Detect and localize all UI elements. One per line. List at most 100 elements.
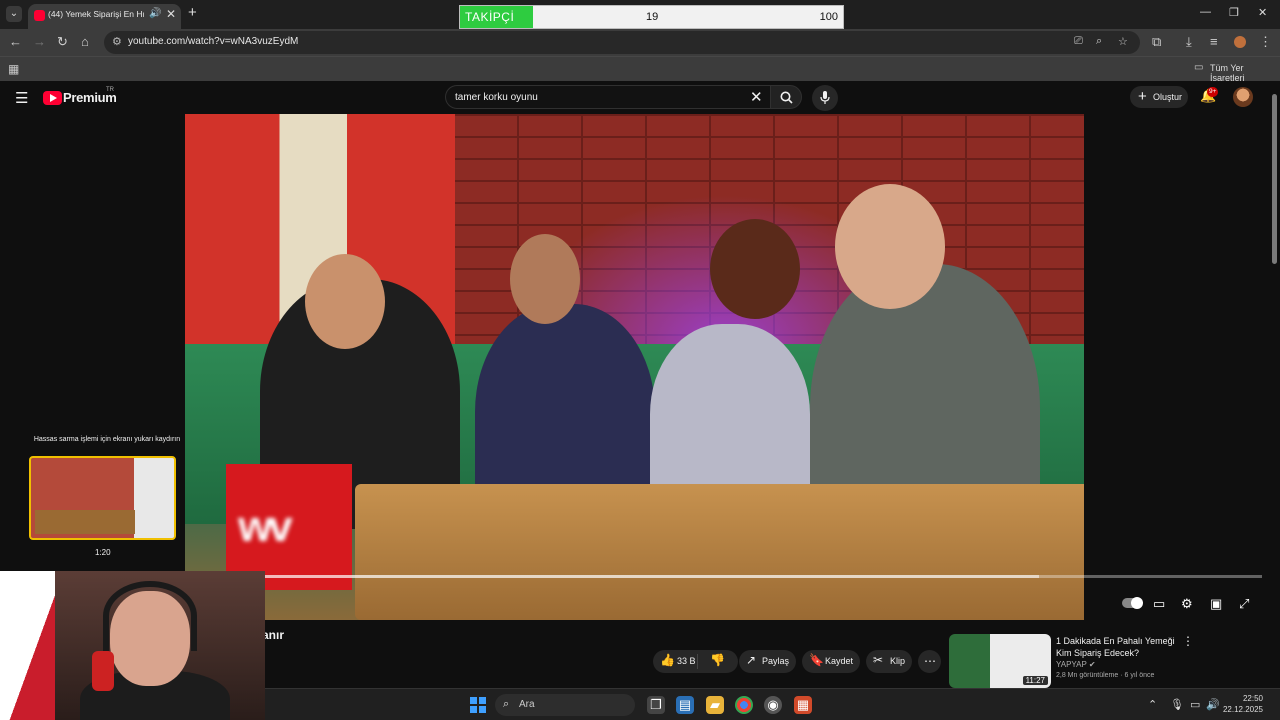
microphone-icon [820, 91, 830, 104]
search-button[interactable] [770, 85, 802, 109]
related-video-title[interactable]: 1 Dakikada En Pahalı Yemeği Kim Sipariş … [1056, 635, 1176, 659]
related-video-thumbnail[interactable]: 11:27 [949, 634, 1051, 688]
clear-search-icon[interactable]: ✕ [750, 88, 763, 106]
forward-arrow-icon[interactable]: → [33, 34, 46, 49]
plus-icon: + [1138, 88, 1147, 105]
storyboard-thumbnail-table [35, 510, 135, 534]
address-bar[interactable]: ⚙ youtube.com/watch?v=wNA3vuzEydM ⎚ ⌕ ☆ [104, 31, 1140, 54]
apps-grid-icon[interactable]: ▦ [8, 62, 19, 76]
reload-icon[interactable]: ↻ [57, 34, 68, 50]
start-square [479, 706, 486, 713]
window-close-icon[interactable]: ✕ [1258, 6, 1267, 19]
create-button[interactable]: + Oluştur [1130, 86, 1188, 108]
windows-start-icon[interactable] [470, 697, 486, 713]
bookmarks-bar: ▦ ▭ Tüm Yer İşaretleri [0, 56, 1280, 83]
chrome-icon[interactable] [735, 696, 753, 714]
url-text[interactable]: youtube.com/watch?v=wNA3vuzEydM [128, 36, 298, 47]
bookmark-icon: 🔖 [809, 653, 824, 667]
video-buffer-bar [200, 575, 1039, 578]
related-video-channel[interactable]: YAPYAP ✔ [1056, 660, 1096, 669]
app-icon[interactable]: ▦ [794, 696, 812, 714]
folder-icon: ▭ [1194, 62, 1204, 73]
share-button[interactable]: ↗ Paylaş [739, 650, 796, 673]
tray-microphone-icon[interactable]: 🎙 [1170, 698, 1184, 711]
browser-tab-strip: ⌄ (44) Yemek Siparişi En Hızlı 🔊 ✕ + TAK… [0, 0, 1280, 29]
video-scene-table [355, 484, 1084, 620]
video-person-1-head [305, 254, 385, 349]
follower-goal-target: 100 [819, 11, 838, 23]
site-info-icon[interactable]: ⚙ [112, 35, 122, 48]
video-player[interactable]: wv [185, 114, 1084, 620]
reading-list-icon[interactable]: ≡ [1210, 34, 1218, 49]
like-divider [697, 654, 698, 669]
cast-icon[interactable]: ⎚ [1074, 35, 1083, 48]
search-input[interactable]: tamer korku oyunu ✕ [445, 85, 770, 109]
storyboard-thumbnail [29, 456, 176, 540]
back-arrow-icon[interactable]: ← [9, 34, 22, 49]
taskbar-search[interactable]: ⌕ Ara [495, 694, 635, 716]
autoplay-toggle[interactable] [1122, 597, 1143, 609]
profile-avatar[interactable] [1234, 36, 1246, 48]
notifications-badge: 9+ [1207, 87, 1219, 97]
file-explorer-icon[interactable]: ▰ [706, 696, 724, 714]
search-query[interactable]: tamer korku oyunu [455, 92, 538, 103]
voice-search-button[interactable] [812, 85, 838, 111]
like-count[interactable]: 33 B [677, 656, 696, 666]
hamburger-menu-icon[interactable]: ☰ [15, 89, 28, 107]
microphone-arm [92, 651, 114, 691]
fullscreen-icon[interactable]: ⤢ [1239, 596, 1249, 612]
verified-check-icon: ✔ [1088, 660, 1096, 669]
restore-icon[interactable]: ❐ [1229, 6, 1239, 19]
scrub-hint-text: Hassas sarma işlemi için ekranı yukarı k… [33, 436, 181, 443]
create-label: Oluştur [1153, 92, 1183, 102]
speaker-icon[interactable]: 🔊 [149, 8, 161, 19]
page-scrollbar[interactable] [1271, 90, 1278, 690]
subtitles-icon[interactable]: ▭ [1153, 596, 1165, 612]
related-video-channel-name[interactable]: YAPYAP [1056, 660, 1087, 669]
more-actions-button[interactable]: ⋯ [918, 650, 941, 673]
clip-label: Klip [890, 656, 906, 666]
tab-search-button[interactable]: ⌄ [6, 6, 22, 22]
like-icon[interactable]: 👍 [660, 653, 675, 667]
streamer-webcam [0, 571, 265, 720]
download-icon[interactable]: ⤓ [1186, 34, 1192, 50]
tray-overflow-icon[interactable]: ⌃ [1148, 698, 1157, 711]
taskbar-clock-time[interactable]: 22:50 [1223, 694, 1263, 703]
tray-network-icon[interactable]: ▭ [1190, 698, 1200, 711]
close-icon[interactable]: ✕ [166, 7, 176, 21]
home-icon[interactable]: ⌂ [81, 34, 89, 49]
all-bookmarks-link[interactable]: Tüm Yer İşaretleri [1210, 63, 1280, 83]
page-scrollbar-thumb[interactable] [1272, 94, 1277, 264]
obs-icon[interactable]: ◉ [764, 696, 782, 714]
clip-button[interactable]: ✂ Klip [866, 650, 912, 673]
video-progress-bar[interactable] [200, 575, 1262, 578]
youtube-logo-icon[interactable] [43, 91, 62, 105]
kebab-menu-icon[interactable]: ⋮ [1259, 34, 1272, 50]
watermark-graphic: wv [238, 502, 293, 551]
taskbar-clock-date[interactable]: 22.12.2025 [1205, 705, 1263, 714]
browser-tab-active[interactable]: (44) Yemek Siparişi En Hızlı 🔊 ✕ [28, 4, 181, 29]
settings-gear-icon[interactable]: ⚙ [1181, 596, 1193, 612]
headset-icon [103, 581, 197, 651]
start-square [479, 697, 486, 704]
minimize-icon[interactable]: — [1200, 6, 1211, 18]
task-view-icon[interactable]: ❐ [647, 696, 665, 714]
youtube-header: ☰ Premium TR tamer korku oyunu ✕ + Oluşt… [0, 81, 1280, 114]
bookmark-star-icon[interactable]: ☆ [1118, 35, 1128, 48]
dislike-icon[interactable]: 👎 [710, 653, 725, 667]
video-person-2-head [510, 234, 580, 324]
miniplayer-icon[interactable]: ▣ [1210, 596, 1222, 612]
extensions-icon[interactable]: ⧉ [1152, 34, 1161, 50]
new-tab-button[interactable]: + [188, 4, 197, 21]
more-horizontal-icon: ⋯ [924, 654, 936, 668]
save-button[interactable]: 🔖 Kaydet [802, 650, 860, 673]
zoom-icon[interactable]: ⌕ [1096, 35, 1102, 48]
scissors-icon: ✂ [873, 653, 884, 667]
related-video-duration: 11:27 [1022, 676, 1048, 685]
account-avatar[interactable] [1233, 87, 1253, 107]
store-icon[interactable]: ▤ [676, 696, 694, 714]
search-icon [780, 91, 793, 104]
related-video-menu-icon[interactable]: ⋮ [1182, 634, 1194, 648]
related-video-meta: 2,8 Mn görüntüleme · 6 yıl önce [1056, 672, 1155, 679]
autoplay-knob [1131, 597, 1143, 609]
